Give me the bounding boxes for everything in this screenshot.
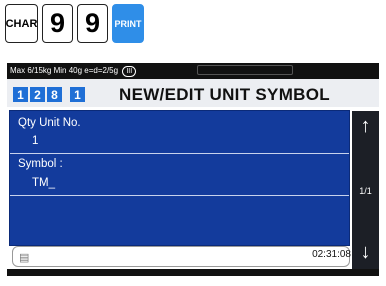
digit-key-2[interactable]: 9 (77, 4, 108, 43)
title-row: 1 2 8 1 NEW/EDIT UNIT SYMBOL (7, 79, 379, 107)
arrow-down-icon[interactable]: ↓ (352, 241, 379, 264)
arrow-up-icon[interactable]: ↑ (352, 115, 379, 138)
symbol-value[interactable]: TM_ (32, 177, 55, 189)
clock: 02:31:08 (312, 249, 351, 260)
qty-unit-label: Qty Unit No. (18, 117, 81, 129)
menu-code-digit: 1 (70, 87, 85, 102)
digit-key-1[interactable]: 9 (42, 4, 73, 43)
qty-unit-value[interactable]: 1 (32, 135, 38, 147)
form-panel: Qty Unit No. 1 Symbol : TM_ (9, 110, 350, 246)
menu-code-digit: 2 (30, 87, 45, 102)
input-bar[interactable]: ▤ (12, 246, 350, 267)
spec-bar: Max 6/15kg Min 40g e=d=2/5g III (7, 63, 379, 79)
page-title: NEW/EDIT UNIT SYMBOL (119, 85, 330, 104)
field-divider (10, 195, 349, 196)
spec-box (197, 65, 293, 75)
spec-text: Max 6/15kg Min 40g e=d=2/5g III (10, 63, 137, 79)
page-indicator: 1/1 (359, 186, 372, 196)
menu-code-digit: 8 (47, 87, 62, 102)
field-divider (10, 153, 349, 154)
top-key-row: CHAR 9 9 PRINT (5, 4, 144, 43)
spec-text-label: Max 6/15kg Min 40g e=d=2/5g (10, 66, 119, 75)
char-key[interactable]: CHAR (5, 4, 38, 43)
menu-code-digit: 1 (13, 87, 28, 102)
keyboard-icon: ▤ (19, 252, 30, 264)
accuracy-class-badge: III (122, 66, 137, 77)
side-scroll-bar: ↑ 1/1 ↓ (352, 111, 379, 269)
print-key[interactable]: PRINT (112, 4, 144, 43)
status-bar (7, 269, 379, 276)
scale-screen: Max 6/15kg Min 40g e=d=2/5g III 1 2 8 1 … (7, 63, 379, 276)
symbol-label: Symbol : (18, 158, 63, 170)
